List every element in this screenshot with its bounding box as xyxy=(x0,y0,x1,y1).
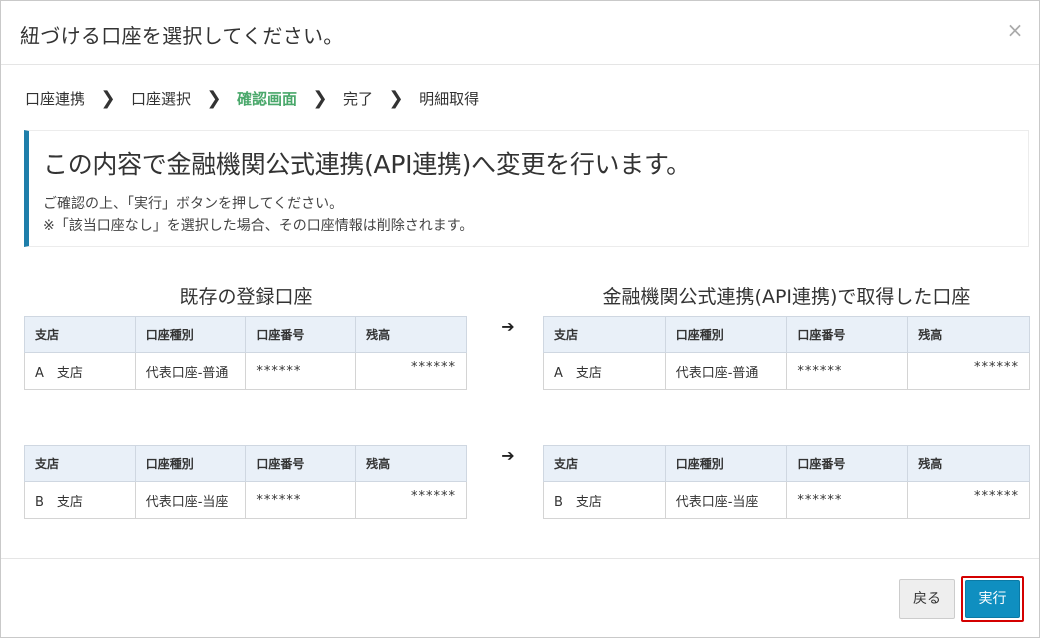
breadcrumb-step-select: 口座選択 xyxy=(131,89,192,108)
header-account-number: 口座番号 xyxy=(245,316,357,353)
api-account-table-1: 支店 口座種別 口座番号 残高 A 支店 代表口座-普通 ****** ****… xyxy=(543,316,1030,390)
cell-account-type: 代表口座-普通 xyxy=(134,352,247,390)
chevron-right-icon: ❯ xyxy=(388,87,404,109)
notice-heading: この内容で金融機関公式連携(API連携)へ変更を行います。 xyxy=(43,150,691,179)
confirmation-notice: この内容で金融機関公式連携(API連携)へ変更を行います。 ご確認の上、「実行」… xyxy=(24,130,1029,247)
cell-account-number: ****** xyxy=(786,352,909,390)
arrow-right-icon: ➔ xyxy=(501,317,515,336)
header-account-type: 口座種別 xyxy=(134,445,247,482)
header-account-number: 口座番号 xyxy=(786,316,909,353)
cell-balance: ****** xyxy=(907,352,1030,390)
cell-account-number: ****** xyxy=(245,352,357,390)
account-link-modal: 紐づける口座を選択してください。 × 口座連携 ❯ 口座選択 ❯ 確認画面 ❯ … xyxy=(0,0,1040,638)
header-branch: 支店 xyxy=(24,316,136,353)
cell-account-type: 代表口座-当座 xyxy=(134,481,247,519)
cell-account-number: ****** xyxy=(245,481,357,519)
table-row: A 支店 代表口座-普通 ****** ****** xyxy=(24,352,467,390)
header-balance: 残高 xyxy=(355,316,467,353)
cell-account-type: 代表口座-当座 xyxy=(664,481,788,519)
header-account-type: 口座種別 xyxy=(664,445,788,482)
header-branch: 支店 xyxy=(543,445,666,482)
cell-balance: ****** xyxy=(907,481,1030,519)
chevron-right-icon: ❯ xyxy=(100,87,116,109)
back-button[interactable]: 戻る xyxy=(899,579,955,619)
header-account-type: 口座種別 xyxy=(664,316,788,353)
header-account-type: 口座種別 xyxy=(134,316,247,353)
table-row: B 支店 代表口座-当座 ****** ****** xyxy=(543,481,1030,519)
cell-balance: ****** xyxy=(355,481,467,519)
existing-account-table-2: 支店 口座種別 口座番号 残高 B 支店 代表口座-当座 ****** ****… xyxy=(24,445,467,519)
arrow-right-icon: ➔ xyxy=(501,446,515,465)
header-branch: 支店 xyxy=(543,316,666,353)
chevron-right-icon: ❯ xyxy=(206,87,222,109)
header-balance: 残高 xyxy=(907,445,1030,482)
api-accounts-heading: 金融機関公式連携(API連携)で取得した口座 xyxy=(602,286,971,308)
cell-branch: A 支店 xyxy=(24,352,136,390)
header-balance: 残高 xyxy=(355,445,467,482)
existing-accounts-heading: 既存の登録口座 xyxy=(179,286,313,308)
notice-warning: ※「該当口座なし」を選択した場合、その口座情報は削除されます。 xyxy=(43,218,474,234)
cell-branch: B 支店 xyxy=(543,481,666,519)
header-account-number: 口座番号 xyxy=(245,445,357,482)
execute-button[interactable]: 実行 xyxy=(965,580,1020,618)
api-account-table-2: 支店 口座種別 口座番号 残高 B 支店 代表口座-当座 ****** ****… xyxy=(543,445,1030,519)
table-row: B 支店 代表口座-当座 ****** ****** xyxy=(24,481,467,519)
header-account-number: 口座番号 xyxy=(786,445,909,482)
breadcrumb-step-confirm: 確認画面 xyxy=(237,89,298,108)
modal-title: 紐づける口座を選択してください。 xyxy=(20,24,344,48)
chevron-right-icon: ❯ xyxy=(312,87,328,109)
cell-balance: ****** xyxy=(355,352,467,390)
breadcrumb-step-statement: 明細取得 xyxy=(419,89,480,108)
footer-divider xyxy=(1,558,1039,559)
cell-account-type: 代表口座-普通 xyxy=(664,352,788,390)
notice-instruction: ご確認の上、「実行」ボタンを押してください。 xyxy=(43,196,344,212)
cell-branch: A 支店 xyxy=(543,352,666,390)
breadcrumb-step-complete: 完了 xyxy=(343,89,374,108)
modal-header: 紐づける口座を選択してください。 × xyxy=(1,1,1039,65)
cell-account-number: ****** xyxy=(786,481,909,519)
breadcrumb: 口座連携 ❯ 口座選択 ❯ 確認画面 ❯ 完了 ❯ 明細取得 xyxy=(25,87,479,109)
header-branch: 支店 xyxy=(24,445,136,482)
header-balance: 残高 xyxy=(907,316,1030,353)
close-icon[interactable]: × xyxy=(1005,18,1025,42)
cell-branch: B 支店 xyxy=(24,481,136,519)
table-row: A 支店 代表口座-普通 ****** ****** xyxy=(543,352,1030,390)
breadcrumb-step-link: 口座連携 xyxy=(25,89,86,108)
existing-account-table-1: 支店 口座種別 口座番号 残高 A 支店 代表口座-普通 ****** ****… xyxy=(24,316,467,390)
